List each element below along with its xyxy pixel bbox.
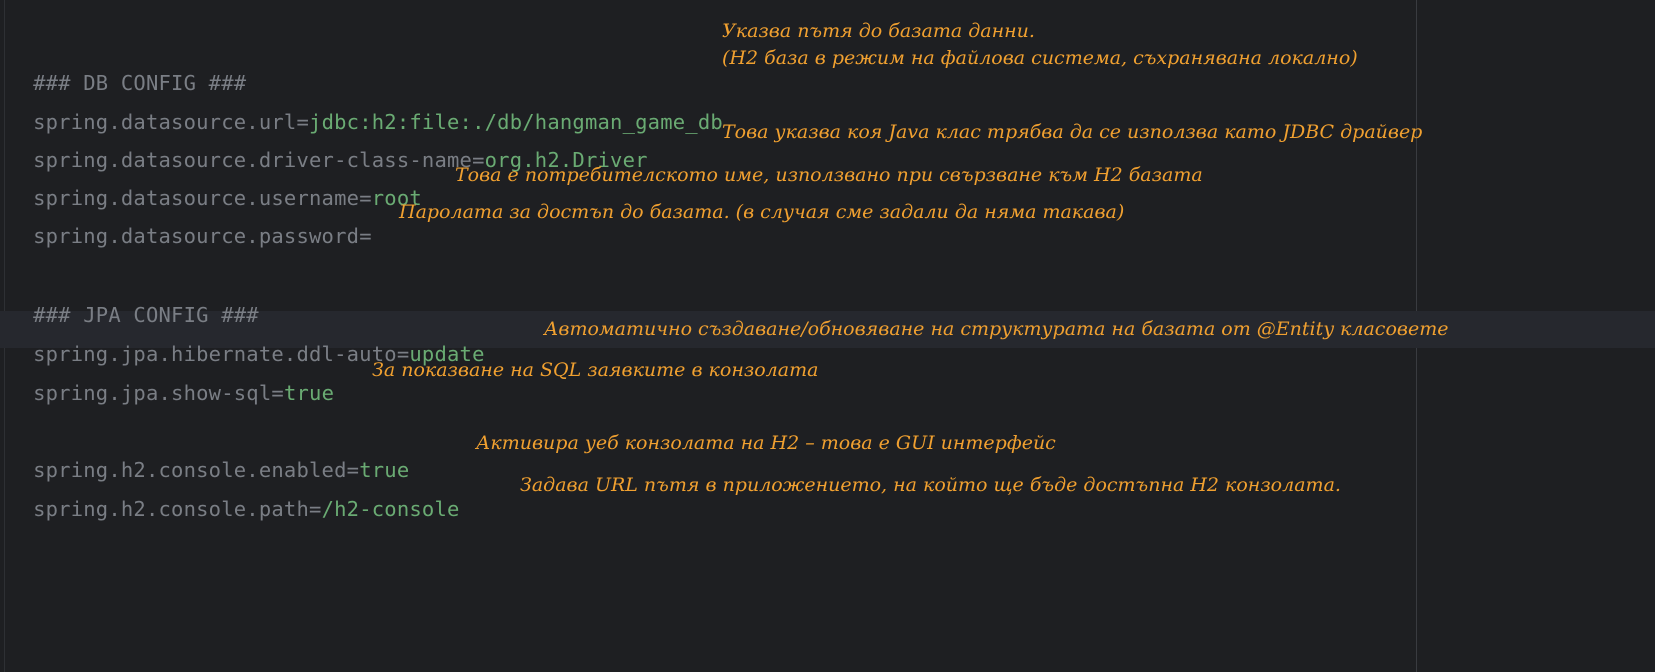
property-value: true [283,381,335,405]
annotation-show-sql: За показване на SQL заявките в конзолата [372,359,819,381]
annotation-console-path: Задава URL пътя в приложението, на който… [520,474,1341,496]
code-line-h2-console-path[interactable]: spring.h2.console.path=/h2-console [8,473,460,521]
annotation-url-line1: Указва пътя до базата данни. [722,20,1035,42]
annotation-username: Това е потребителското име, използвано п… [455,164,1203,186]
annotation-password: Паролата за достъп до базата. (в случая … [399,201,1125,223]
annotation-url-line2: (H2 база в режим на файлова система, съх… [722,47,1358,69]
annotation-driver: Това указва коя Java клас трябва да се и… [722,121,1423,143]
code-line-jpa-show-sql[interactable]: spring.jpa.show-sql=true [8,357,334,405]
annotation-console-enabled: Активира уеб конзолата на H2 – това е GU… [476,432,1056,454]
code-line-datasource-password[interactable]: spring.datasource.password= [8,200,372,248]
property-key: spring.datasource.password [33,224,360,248]
property-value: /h2-console [321,497,460,521]
equals-sign: = [359,224,372,248]
property-key: spring.jpa.show-sql [33,381,272,405]
annotation-ddl-auto: Автоматично създаване/обновяване на стру… [544,318,1449,340]
property-key: spring.h2.console.path [33,497,310,521]
equals-sign: = [309,497,322,521]
equals-sign: = [271,381,284,405]
